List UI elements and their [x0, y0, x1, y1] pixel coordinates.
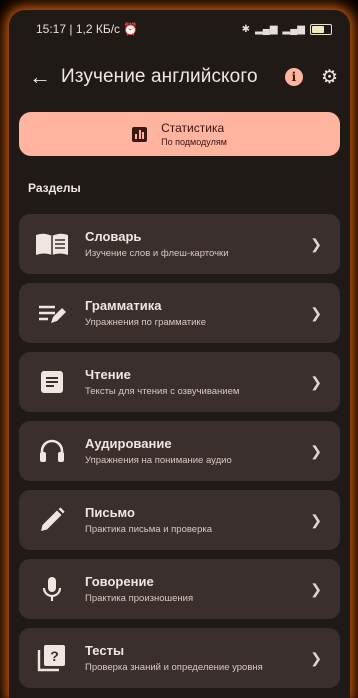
battery-icon	[310, 23, 332, 35]
info-icon[interactable]: i	[284, 68, 303, 86]
status-bar: 15:17 | 1,2 КБ/с ⏰ ✱ ▂▄▆ ▂▄▆	[9, 10, 350, 48]
module-title: Говорение	[85, 573, 154, 589]
status-left: 15:17 | 1,2 КБ/с ⏰	[36, 22, 139, 36]
module-title: Чтение	[85, 366, 131, 382]
module-title: Словарь	[85, 228, 142, 244]
bluetooth-icon: ✱	[241, 23, 251, 35]
module-card-grammar[interactable]: Грамматика Упражнения по грамматике ❯	[19, 283, 340, 343]
chevron-right-icon: ❯	[310, 304, 322, 321]
chevron-right-icon: ❯	[310, 649, 322, 666]
module-list: Словарь Изучение слов и флеш-карточки ❯ …	[9, 214, 350, 688]
back-arrow-icon[interactable]: ←	[29, 64, 61, 90]
module-card-listening[interactable]: Аудирование Упражнения на понимание ауди…	[19, 421, 340, 481]
module-title: Грамматика	[85, 297, 162, 313]
module-subtitle: Упражнения на понимание аудио	[85, 454, 232, 466]
module-card-reading[interactable]: Чтение Тексты для чтения с озвучиванием …	[19, 352, 340, 412]
signal-icon: ▂▄▆	[255, 23, 278, 35]
module-title: Тесты	[85, 642, 125, 658]
book-icon	[35, 232, 69, 256]
signal-icon: ▂▄▆	[282, 23, 305, 35]
chevron-right-icon: ❯	[310, 373, 322, 390]
phone-screen: 15:17 | 1,2 КБ/с ⏰ ✱ ▂▄▆ ▂▄▆ ← Изучение …	[9, 10, 350, 698]
chevron-right-icon: ❯	[310, 235, 322, 252]
pencil-icon	[35, 507, 69, 533]
quiz-icon: ?	[35, 644, 69, 672]
module-card-vocabulary[interactable]: Словарь Изучение слов и флеш-карточки ❯	[19, 214, 340, 274]
article-icon	[35, 370, 69, 394]
edit-notes-icon	[35, 301, 69, 325]
module-title: Аудирование	[85, 435, 172, 451]
status-time: 15:17	[36, 22, 67, 36]
app-bar: ← Изучение английского i ⚙	[9, 48, 350, 106]
module-subtitle: Изучение слов и флеш-карточки	[85, 247, 229, 259]
gear-icon[interactable]: ⚙	[321, 66, 338, 89]
module-subtitle: Тексты для чтения с озвучиванием	[85, 385, 240, 397]
statistics-title: Статистика	[161, 121, 225, 135]
section-title: Разделы	[28, 181, 81, 195]
status-speed: 1,2 КБ/с	[75, 22, 121, 36]
module-subtitle: Проверка знаний и определение уровня	[85, 661, 263, 673]
microphone-icon	[35, 576, 69, 602]
module-card-tests[interactable]: ? Тесты Проверка знаний и определение ур…	[19, 628, 340, 688]
chevron-right-icon: ❯	[310, 511, 322, 528]
module-card-writing[interactable]: Письмо Практика письма и проверка ❯	[19, 490, 340, 550]
chevron-right-icon: ❯	[310, 442, 322, 459]
statistics-button[interactable]: Статистика По подмодулям	[19, 112, 340, 156]
module-card-speaking[interactable]: Говорение Практика произношения ❯	[19, 559, 340, 619]
chevron-right-icon: ❯	[310, 580, 322, 597]
status-right: ✱ ▂▄▆ ▂▄▆	[241, 23, 332, 35]
module-subtitle: Упражнения по грамматике	[85, 316, 206, 328]
module-subtitle: Практика письма и проверка	[85, 523, 213, 535]
module-title: Письмо	[85, 504, 135, 520]
headphones-icon	[35, 439, 69, 463]
statistics-subtitle: По подмодулям	[161, 137, 227, 147]
svg-text:?: ?	[50, 648, 59, 664]
page-title: Изучение английского	[61, 66, 258, 87]
module-subtitle: Практика произношения	[85, 592, 194, 604]
alarm-icon: ⏰	[123, 22, 139, 36]
bar-chart-icon	[132, 126, 148, 142]
